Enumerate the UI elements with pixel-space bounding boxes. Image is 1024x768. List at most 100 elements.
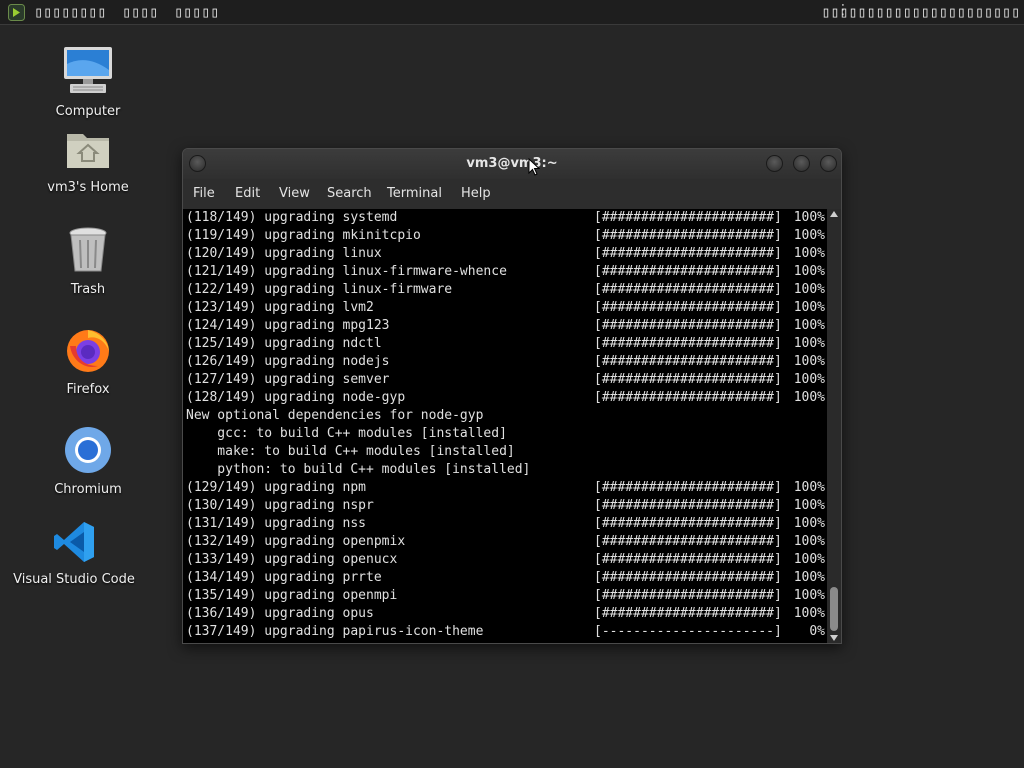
desktop-icon-label: Chromium	[54, 482, 122, 497]
terminal-line-text: (120/149) upgrading linux	[186, 246, 382, 261]
progress-percent: 100%	[793, 390, 825, 405]
progress-percent: 100%	[793, 480, 825, 495]
terminal-menubar: File Edit View Search Terminal Help	[183, 179, 841, 209]
terminal-line: (121/149) upgrading linux-firmware-whenc…	[183, 263, 827, 281]
terminal-line-text: make: to build C++ modules [installed]	[186, 444, 515, 459]
terminal-line: make: to build C++ modules [installed]	[183, 443, 827, 461]
desktop-icon-trash[interactable]: Trash	[13, 226, 163, 297]
maximize-button[interactable]	[793, 155, 810, 172]
terminal-line: (118/149) upgrading systemd [############…	[183, 209, 827, 227]
terminal-line-text: (131/149) upgrading nss	[186, 516, 367, 531]
menu-search[interactable]: Search	[327, 186, 372, 201]
progress-percent: 100%	[793, 552, 825, 567]
terminal-line: (126/149) upgrading nodejs [#############…	[183, 353, 827, 371]
vscode-icon	[0, 520, 149, 568]
terminal-line-text: (125/149) upgrading ndctl	[186, 336, 382, 351]
progress-percent: 0%	[809, 624, 825, 639]
terminal-line: (133/149) upgrading openucx [############…	[183, 551, 827, 569]
mouse-cursor-icon	[528, 157, 541, 180]
window-titlebar[interactable]: vm3@vm3:~	[183, 149, 841, 179]
panel-menu-places[interactable]: ▯▯▯▯	[122, 3, 158, 21]
terminal-line: New optional dependencies for node-gyp	[183, 407, 827, 425]
progress-bar-text: [----------------------]	[594, 624, 782, 639]
scrollbar-thumb[interactable]	[830, 587, 838, 631]
progress-percent: 100%	[793, 354, 825, 369]
terminal-line: (137/149) upgrading papirus-icon-theme [-…	[183, 623, 827, 641]
terminal-line: (132/149) upgrading openpmix [###########…	[183, 533, 827, 551]
terminal-scrollbar[interactable]	[827, 209, 841, 643]
terminal-output[interactable]: (118/149) upgrading systemd [############…	[183, 209, 827, 643]
progress-percent: 100%	[793, 264, 825, 279]
terminal-line-text: (124/149) upgrading mpg123	[186, 318, 390, 333]
terminal-line: (127/149) upgrading semver [#############…	[183, 371, 827, 389]
desktop-icon-label: Trash	[70, 282, 106, 297]
terminal-line-text: (129/149) upgrading npm	[186, 480, 367, 495]
progress-percent: 100%	[793, 534, 825, 549]
terminal-line-text: (137/149) upgrading papirus-icon-theme	[186, 624, 484, 639]
terminal-line-text: (132/149) upgrading openpmix	[186, 534, 406, 549]
scroll-up-icon[interactable]	[830, 211, 838, 217]
terminal-line: (129/149) upgrading npm [################…	[183, 479, 827, 497]
progress-bar-text: [######################]	[594, 318, 782, 333]
terminal-line-text: New optional dependencies for node-gyp	[186, 408, 484, 423]
progress-percent: 100%	[793, 606, 825, 621]
terminal-line-text: (136/149) upgrading opus	[186, 606, 374, 621]
progress-bar-text: [######################]	[594, 390, 782, 405]
progress-percent: 100%	[793, 228, 825, 243]
terminal-line-text: (118/149) upgrading systemd	[186, 210, 398, 225]
menu-view[interactable]: View	[279, 186, 310, 201]
desktop-icon-vscode[interactable]: Visual Studio Code	[0, 520, 149, 587]
menu-terminal[interactable]: Terminal	[387, 186, 442, 201]
chromium-icon	[13, 426, 163, 478]
terminal-line: (125/149) upgrading ndctl [##############…	[183, 335, 827, 353]
panel-menu-system[interactable]: ▯▯▯▯▯	[174, 3, 219, 21]
menu-file[interactable]: File	[193, 186, 215, 201]
terminal-line: (131/149) upgrading nss [################…	[183, 515, 827, 533]
panel-clock[interactable]: ▯▯▯▯▯▯▯▯▯▯▯▯▯▯▯▯▯▯▯▯▯▯	[821, 3, 1020, 21]
terminal-window: vm3@vm3:~ File Edit View Search Terminal…	[182, 148, 842, 644]
terminal-line: gcc: to build C++ modules [installed]	[183, 425, 827, 443]
desktop-icon-computer[interactable]: Computer	[13, 44, 163, 119]
firefox-icon	[13, 326, 163, 378]
panel-menu-applications[interactable]: ▯▯▯▯▯▯▯▯	[34, 3, 106, 21]
terminal-line: (124/149) upgrading mpg123 [#############…	[183, 317, 827, 335]
menu-edit[interactable]: Edit	[235, 186, 260, 201]
terminal-line-text: (123/149) upgrading lvm2	[186, 300, 374, 315]
terminal-line-text: (122/149) upgrading linux-firmware	[186, 282, 453, 297]
terminal-line: (123/149) upgrading lvm2 [###############…	[183, 299, 827, 317]
progress-percent: 100%	[793, 336, 825, 351]
progress-percent: 100%	[793, 372, 825, 387]
progress-percent: 100%	[793, 318, 825, 333]
progress-bar-text: [######################]	[594, 246, 782, 261]
progress-bar-text: [######################]	[594, 300, 782, 315]
terminal-line-text: gcc: to build C++ modules [installed]	[186, 426, 507, 441]
scroll-down-icon[interactable]	[830, 635, 838, 641]
progress-bar-text: [######################]	[594, 570, 782, 585]
progress-bar-text: [######################]	[594, 534, 782, 549]
desktop-icon-chromium[interactable]: Chromium	[13, 426, 163, 497]
terminal-line-text: (119/149) upgrading mkinitcpio	[186, 228, 421, 243]
terminal-line: (122/149) upgrading linux-firmware [#####…	[183, 281, 827, 299]
terminal-line-text: (126/149) upgrading nodejs	[186, 354, 390, 369]
terminal-line-text: (130/149) upgrading nspr	[186, 498, 374, 513]
top-panel: ▯▯▯▯▯▯▯▯ ▯▯▯▯ ▯▯▯▯▯ ⋮ ▯▯▯▯▯▯▯▯▯▯▯▯▯▯▯▯▯▯…	[0, 0, 1024, 25]
progress-bar-text: [######################]	[594, 354, 782, 369]
terminal-line: (120/149) upgrading linux [##############…	[183, 245, 827, 263]
menu-help[interactable]: Help	[461, 186, 491, 201]
close-button[interactable]	[820, 155, 837, 172]
progress-bar-text: [######################]	[594, 480, 782, 495]
progress-percent: 100%	[793, 498, 825, 513]
terminal-line: (136/149) upgrading opus [###############…	[183, 605, 827, 623]
terminal-line-text: (134/149) upgrading prrte	[186, 570, 382, 585]
home-folder-icon	[13, 128, 163, 176]
progress-bar-text: [######################]	[594, 372, 782, 387]
progress-percent: 100%	[793, 570, 825, 585]
terminal-line: (119/149) upgrading mkinitcpio [#########…	[183, 227, 827, 245]
progress-bar-text: [######################]	[594, 228, 782, 243]
minimize-button[interactable]	[766, 155, 783, 172]
desktop-icon-firefox[interactable]: Firefox	[13, 326, 163, 397]
app-menu-icon[interactable]	[8, 4, 25, 21]
desktop-icon-home[interactable]: vm3's Home	[13, 128, 163, 195]
terminal-line-text: (128/149) upgrading node-gyp	[186, 390, 406, 405]
progress-bar-text: [######################]	[594, 552, 782, 567]
